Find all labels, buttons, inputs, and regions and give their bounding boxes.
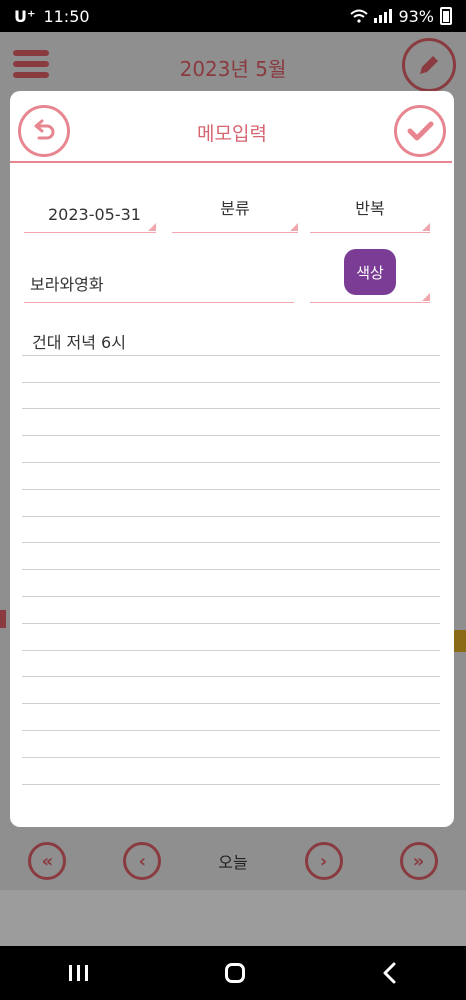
memo-line	[22, 731, 440, 758]
system-nav-bar	[0, 946, 466, 1000]
repeat-select[interactable]: 반복	[310, 193, 430, 233]
memo-line	[22, 677, 440, 705]
dropdown-corner-icon	[148, 223, 156, 231]
memo-line	[22, 597, 440, 624]
event-marker	[0, 610, 6, 628]
memo-textarea[interactable]: 건대 저녁 6시	[22, 329, 440, 785]
back-nav-icon[interactable]	[382, 962, 398, 984]
memo-line	[22, 570, 440, 597]
carrier-label: U⁺	[14, 6, 36, 26]
memo-line: 건대 저녁 6시	[22, 329, 440, 356]
category-select[interactable]: 분류	[172, 193, 298, 233]
month-title: 2023년 5월	[179, 56, 287, 81]
background-lower-area	[0, 890, 466, 946]
prev-year-button[interactable]: «	[28, 842, 67, 880]
today-button[interactable]: 오늘	[218, 849, 247, 873]
header-divider	[10, 161, 452, 163]
menu-icon[interactable]	[13, 50, 49, 78]
edit-icon[interactable]	[402, 38, 456, 92]
dropdown-corner-icon	[422, 293, 430, 301]
date-value: 2023-05-31	[48, 205, 141, 224]
memo-line	[22, 490, 440, 517]
title-input[interactable]: 보라와영화	[24, 259, 294, 303]
title-value: 보라와영화	[30, 275, 104, 294]
home-icon[interactable]	[224, 963, 245, 983]
memo-line	[22, 704, 440, 731]
next-year-button[interactable]: »	[399, 842, 438, 880]
check-icon	[407, 121, 434, 141]
color-select[interactable]: 색상	[310, 249, 430, 303]
confirm-button[interactable]	[394, 105, 446, 157]
dropdown-corner-icon	[422, 223, 430, 231]
memo-line	[22, 436, 440, 463]
battery-percent: 93%	[398, 6, 434, 26]
memo-line	[22, 463, 440, 490]
dialog-header: 메모입력	[10, 91, 454, 165]
date-field[interactable]: 2023-05-31	[24, 193, 156, 233]
memo-line	[22, 409, 440, 437]
memo-line	[22, 624, 440, 651]
prev-month-button[interactable]: ‹	[123, 842, 162, 880]
memo-line	[22, 758, 440, 785]
color-button[interactable]: 색상	[344, 249, 396, 295]
repeat-label: 반복	[355, 199, 385, 218]
memo-line	[22, 543, 440, 571]
next-month-button[interactable]: ›	[304, 842, 343, 880]
event-marker	[454, 630, 466, 652]
dialog-title: 메모입력	[197, 123, 267, 145]
battery-icon	[440, 7, 452, 25]
recent-apps-icon[interactable]	[68, 965, 88, 981]
memo-line	[22, 517, 440, 544]
status-time: 11:50	[43, 6, 90, 26]
memo-line	[22, 651, 440, 678]
memo-line	[22, 356, 440, 383]
memo-input-dialog: 메모입력 2023-05-31 분류 반복 보라와영화 색상 건대 저녁 6시	[10, 91, 454, 827]
dropdown-corner-icon	[290, 223, 298, 231]
calendar-footer: « ‹ 오늘 › »	[0, 832, 466, 890]
category-label: 분류	[220, 199, 250, 218]
memo-line	[22, 383, 440, 410]
status-bar: U⁺ 11:50 93%	[0, 0, 466, 32]
signal-icon	[374, 9, 393, 23]
wifi-icon	[350, 9, 369, 23]
